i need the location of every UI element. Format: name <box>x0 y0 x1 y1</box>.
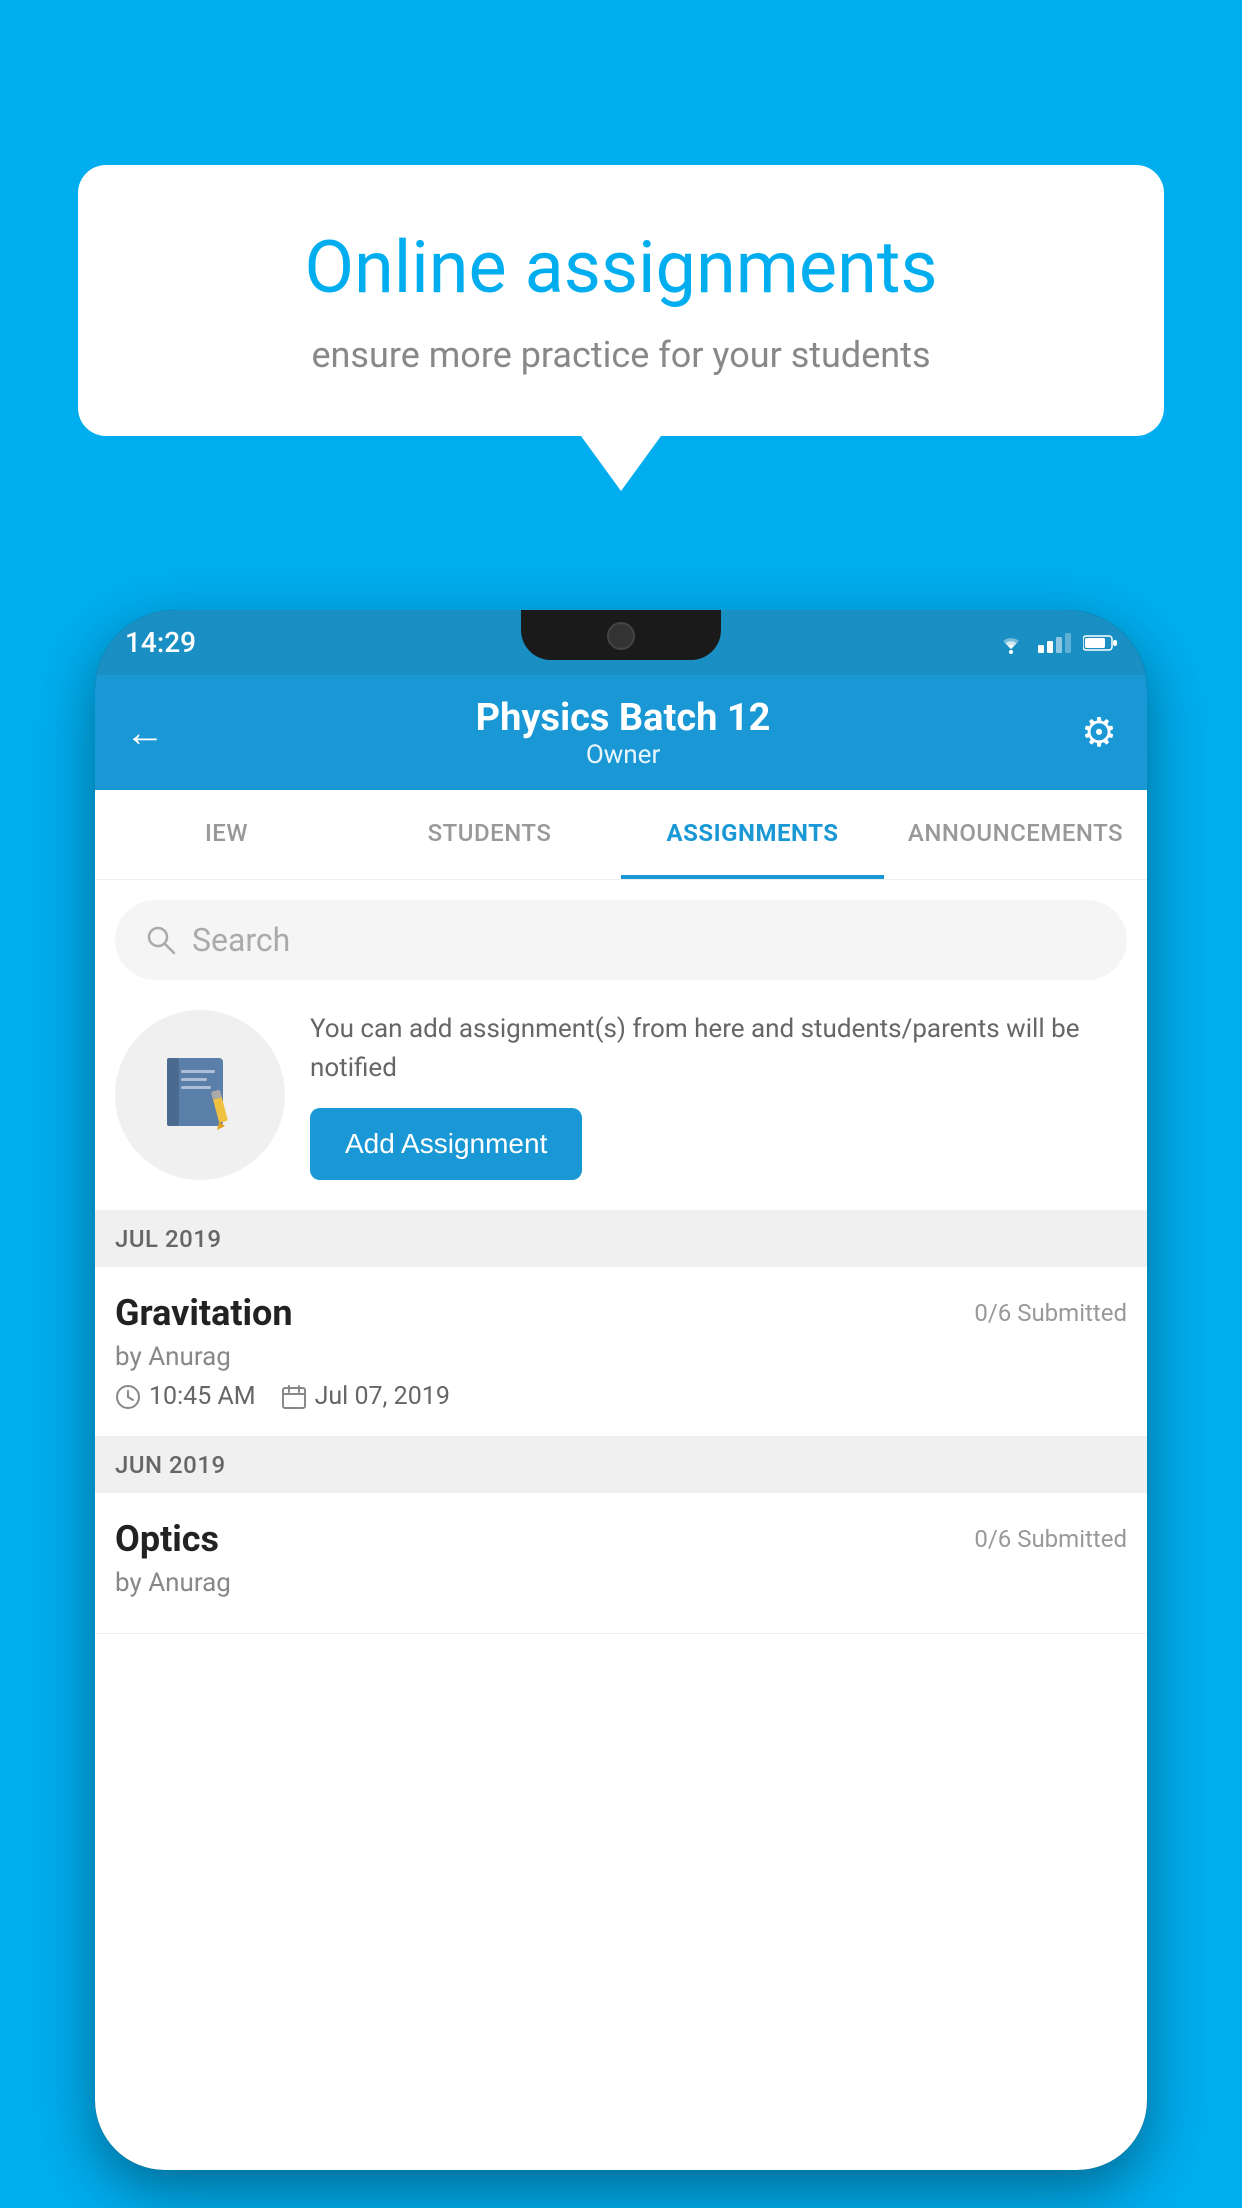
tab-assignments[interactable]: ASSIGNMENTS <box>621 790 884 879</box>
tab-students[interactable]: STUDENTS <box>358 790 621 879</box>
tabs-bar: IEW STUDENTS ASSIGNMENTS ANNOUNCEMENTS <box>95 790 1147 880</box>
wifi-icon <box>996 631 1026 655</box>
assignment-date: Jul 07, 2019 <box>281 1382 450 1411</box>
speech-bubble-title: Online assignments <box>148 225 1094 310</box>
tab-iew[interactable]: IEW <box>95 790 358 879</box>
speech-bubble-container: Online assignments ensure more practice … <box>78 165 1164 491</box>
assignment-meta: 10:45 AM Jul 07, 2019 <box>115 1382 1127 1411</box>
phone-container: 14:29 <box>95 610 1147 2208</box>
assignment-item-optics[interactable]: Optics 0/6 Submitted by Anurag <box>95 1493 1147 1634</box>
assignment-time: 10:45 AM <box>115 1382 256 1411</box>
promo-content: You can add assignment(s) from here and … <box>310 1010 1127 1180</box>
promo-icon-circle <box>115 1010 285 1180</box>
optics-author: by Anurag <box>115 1568 1127 1598</box>
optics-name: Optics <box>115 1518 219 1560</box>
section-header-jul: JUL 2019 <box>95 1211 1147 1267</box>
search-bar[interactable]: Search <box>115 900 1127 980</box>
battery-icon <box>1083 633 1117 653</box>
status-icons <box>996 631 1117 655</box>
speech-bubble-tail <box>581 436 661 491</box>
status-time: 14:29 <box>125 626 196 659</box>
assignment-top-row: Gravitation 0/6 Submitted <box>115 1292 1127 1334</box>
header-title-group: Physics Batch 12 Owner <box>476 696 771 770</box>
tab-announcements[interactable]: ANNOUNCEMENTS <box>884 790 1147 879</box>
section-header-jun: JUN 2019 <box>95 1437 1147 1493</box>
settings-icon[interactable]: ⚙ <box>1081 709 1117 756</box>
app-header: ← Physics Batch 12 Owner ⚙ <box>95 675 1147 790</box>
speech-bubble: Online assignments ensure more practice … <box>78 165 1164 436</box>
back-button[interactable]: ← <box>125 709 165 756</box>
assignment-name: Gravitation <box>115 1292 293 1334</box>
notebook-icon <box>155 1050 245 1140</box>
calendar-icon <box>281 1384 307 1410</box>
search-icon <box>145 924 177 956</box>
phone-notch <box>521 610 721 660</box>
signal-bars <box>1038 633 1071 653</box>
phone-camera <box>607 622 635 650</box>
assignment-item-gravitation[interactable]: Gravitation 0/6 Submitted by Anurag 10:4… <box>95 1267 1147 1437</box>
batch-title: Physics Batch 12 <box>476 696 771 740</box>
optics-top-row: Optics 0/6 Submitted <box>115 1518 1127 1560</box>
add-assignment-button[interactable]: Add Assignment <box>310 1108 582 1180</box>
batch-subtitle: Owner <box>476 740 771 770</box>
promo-text: You can add assignment(s) from here and … <box>310 1010 1127 1088</box>
phone-screen: Search <box>95 880 1147 2170</box>
speech-bubble-subtitle: ensure more practice for your students <box>148 334 1094 376</box>
clock-icon <box>115 1384 141 1410</box>
search-placeholder: Search <box>192 921 290 959</box>
phone-frame: 14:29 <box>95 610 1147 2170</box>
optics-submitted: 0/6 Submitted <box>974 1525 1127 1553</box>
assignment-submitted: 0/6 Submitted <box>974 1299 1127 1327</box>
promo-block: You can add assignment(s) from here and … <box>95 980 1147 1211</box>
assignment-author: by Anurag <box>115 1342 1127 1372</box>
